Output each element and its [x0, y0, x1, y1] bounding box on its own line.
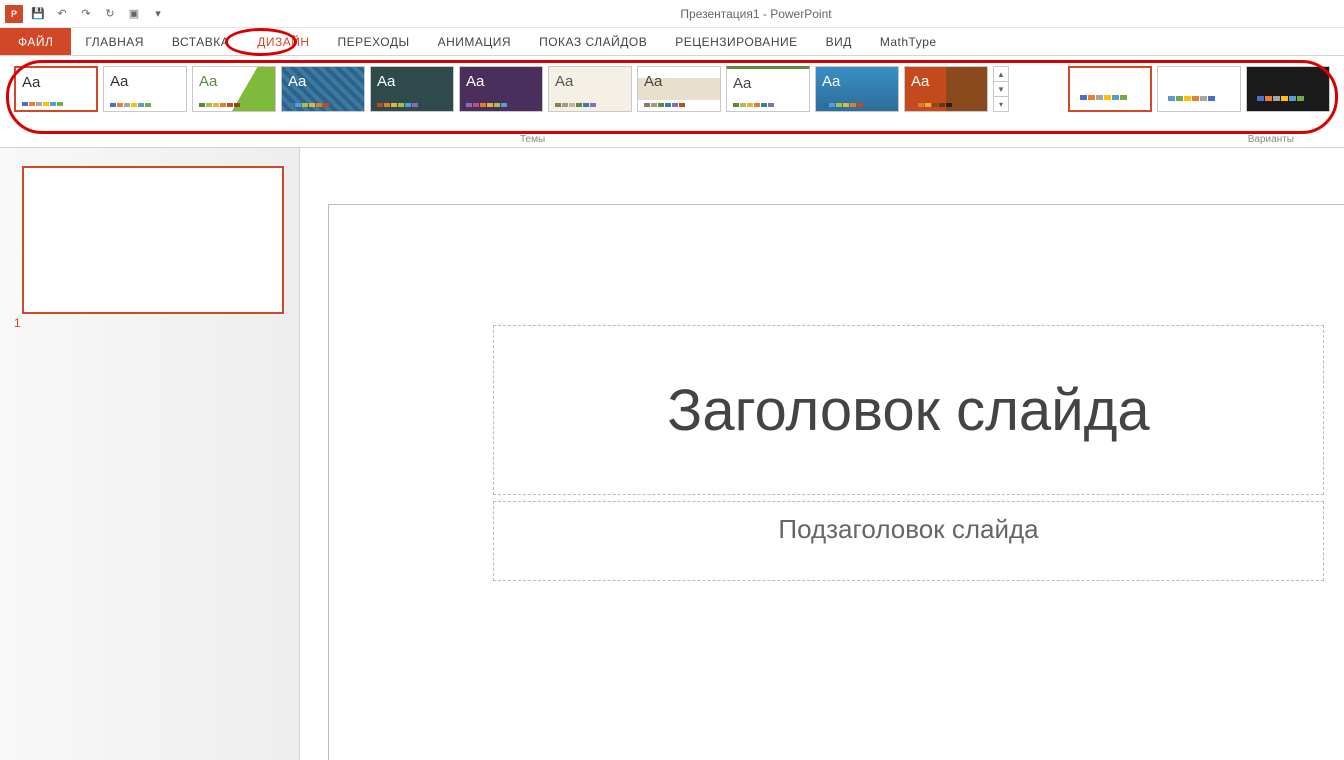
undo-icon[interactable]: ↶ — [52, 4, 72, 24]
theme-thumb-8[interactable]: Aa — [726, 66, 810, 112]
variants-group-label: Варианты — [1248, 134, 1294, 145]
theme-swatch-row — [822, 103, 863, 107]
theme-aa-label: Aa — [466, 73, 484, 90]
title-bar: P 💾 ↶ ↷ ↻ ▣ ▾ Презентация1 - PowerPoint — [0, 0, 1344, 28]
themes-scroll-icon[interactable]: ▲ — [994, 67, 1008, 82]
themes-group-label: Темы — [520, 134, 545, 145]
tab-review[interactable]: РЕЦЕНЗИРОВАНИЕ — [661, 28, 811, 55]
ribbon-tabs: ФАЙЛ ГЛАВНАЯ ВСТАВКА ДИЗАЙН ПЕРЕХОДЫ АНИ… — [0, 28, 1344, 56]
title-placeholder[interactable]: Заголовок слайда — [493, 325, 1324, 495]
theme-thumb-1[interactable]: Aa — [103, 66, 187, 112]
theme-thumb-0[interactable]: Aa — [14, 66, 98, 112]
theme-aa-label: Aa — [22, 74, 40, 91]
theme-aa-label: Aa — [644, 73, 662, 90]
quick-access-toolbar: P 💾 ↶ ↷ ↻ ▣ ▾ — [0, 4, 168, 24]
variant-swatch-row — [1080, 95, 1127, 100]
tab-view[interactable]: ВИД — [812, 28, 866, 55]
theme-thumb-10[interactable]: Aa — [904, 66, 988, 112]
theme-thumb-9[interactable]: Aa — [815, 66, 899, 112]
tab-mathtype[interactable]: MathType — [866, 28, 951, 55]
theme-swatch-row — [377, 103, 418, 107]
save-icon[interactable]: 💾 — [28, 4, 48, 24]
theme-swatch-row — [555, 103, 596, 107]
theme-aa-label: Aa — [110, 73, 128, 90]
variant-thumb-1[interactable] — [1157, 66, 1241, 112]
theme-aa-label: Aa — [911, 73, 929, 90]
slide-thumbnail-1[interactable] — [22, 166, 284, 314]
variant-swatch-row — [1168, 96, 1215, 101]
variants-gallery — [1068, 66, 1330, 112]
theme-swatch-row — [288, 103, 329, 107]
theme-swatch-row — [644, 103, 685, 107]
subtitle-placeholder[interactable]: Подзаголовок слайда — [493, 501, 1324, 581]
themes-gallery: Aa Aa Aa Aa Aa Aa Aa Aa Aa Aa Aa ▲▼▾ — [14, 66, 1009, 112]
tab-home[interactable]: ГЛАВНАЯ — [71, 28, 158, 55]
repeat-icon[interactable]: ↻ — [100, 4, 120, 24]
theme-swatch-row — [22, 102, 63, 106]
tab-transitions[interactable]: ПЕРЕХОДЫ — [324, 28, 424, 55]
theme-aa-label: Aa — [199, 73, 217, 90]
theme-swatch-row — [911, 103, 952, 107]
theme-swatch-row — [733, 103, 774, 107]
tab-animation[interactable]: АНИМАЦИЯ — [424, 28, 525, 55]
theme-thumb-4[interactable]: Aa — [370, 66, 454, 112]
themes-more-button[interactable]: ▲▼▾ — [993, 66, 1009, 112]
subtitle-placeholder-text: Подзаголовок слайда — [778, 514, 1038, 545]
window-title: Презентация1 - PowerPoint — [168, 7, 1344, 21]
themes-scroll-icon[interactable]: ▼ — [994, 82, 1008, 97]
tab-file[interactable]: ФАЙЛ — [0, 28, 71, 55]
tab-slideshow[interactable]: ПОКАЗ СЛАЙДОВ — [525, 28, 661, 55]
qat-dropdown-icon[interactable]: ▾ — [148, 4, 168, 24]
variant-thumb-0[interactable] — [1068, 66, 1152, 112]
app-badge: P — [4, 4, 24, 24]
variant-thumb-2[interactable] — [1246, 66, 1330, 112]
slide-canvas[interactable]: Заголовок слайда Подзаголовок слайда — [328, 204, 1344, 760]
themes-scroll-icon[interactable]: ▾ — [994, 97, 1008, 111]
slide-thumbnail-panel — [0, 148, 300, 760]
theme-swatch-row — [199, 103, 240, 107]
theme-thumb-3[interactable]: Aa — [281, 66, 365, 112]
variant-swatch-row — [1257, 96, 1304, 101]
tab-design[interactable]: ДИЗАЙН — [243, 28, 323, 55]
theme-swatch-row — [466, 103, 507, 107]
tab-insert[interactable]: ВСТАВКА — [158, 28, 243, 55]
theme-aa-label: Aa — [377, 73, 395, 90]
theme-thumb-2[interactable]: Aa — [192, 66, 276, 112]
start-slideshow-icon[interactable]: ▣ — [124, 4, 144, 24]
theme-aa-label: Aa — [555, 73, 573, 90]
theme-aa-label: Aa — [733, 75, 751, 92]
theme-thumb-6[interactable]: Aa — [548, 66, 632, 112]
slide-canvas-area: Заголовок слайда Подзаголовок слайда — [300, 148, 1344, 760]
theme-aa-label: Aa — [288, 73, 306, 90]
slide-number: 1 — [14, 316, 21, 330]
title-placeholder-text: Заголовок слайда — [667, 377, 1149, 444]
theme-thumb-7[interactable]: Aa — [637, 66, 721, 112]
theme-aa-label: Aa — [822, 73, 840, 90]
theme-swatch-row — [110, 103, 151, 107]
theme-thumb-5[interactable]: Aa — [459, 66, 543, 112]
redo-icon[interactable]: ↷ — [76, 4, 96, 24]
workspace: 1 Заголовок слайда Подзаголовок слайда — [0, 148, 1344, 760]
ribbon-content: Aa Aa Aa Aa Aa Aa Aa Aa Aa Aa Aa ▲▼▾ Темы Варианты — [0, 56, 1344, 148]
